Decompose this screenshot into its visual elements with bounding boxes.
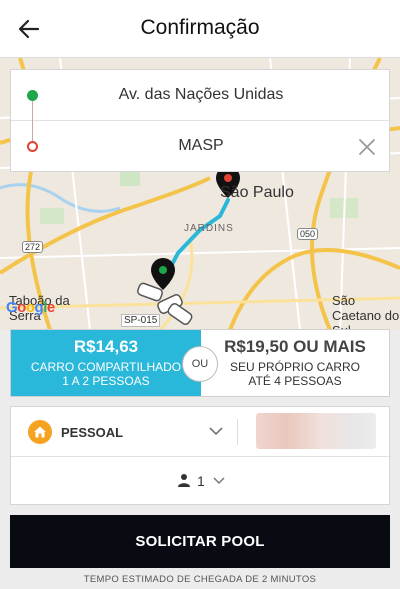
google-logo: Google xyxy=(6,299,55,316)
seat-selector[interactable]: 1 xyxy=(11,457,391,505)
road-shield: 272 xyxy=(22,241,44,253)
payment-row: PESSOAL xyxy=(11,407,391,457)
chevron-down-icon xyxy=(209,427,223,436)
destination-field[interactable]: MASP xyxy=(11,121,391,172)
map-label-district: JARDINS xyxy=(184,223,234,234)
map-label-east-town: São Caetano do Sul xyxy=(332,293,400,330)
payment-method-button[interactable] xyxy=(256,413,376,449)
top-bar: Confirmação xyxy=(0,0,400,58)
uberx-price: R$19,50 OU MAIS xyxy=(224,337,366,356)
destination-address: MASP xyxy=(178,137,224,154)
map-label-highway: SP-015 xyxy=(121,314,161,327)
pool-desc-line1: CARRO COMPARTILHADO xyxy=(30,360,182,374)
pool-option[interactable]: R$14,63 CARRO COMPARTILHADO 1 A 2 PESSOA… xyxy=(11,330,201,396)
route-connector xyxy=(32,101,33,141)
request-pool-button[interactable]: SOLICITAR POOL xyxy=(10,515,390,568)
profile-dropdown[interactable]: PESSOAL xyxy=(11,407,237,457)
pickup-field[interactable]: Av. das Nações Unidas xyxy=(11,70,391,121)
eta-text: TEMPO ESTIMADO DE CHEGADA DE 2 MINUTOS xyxy=(83,574,317,585)
destination-dot-icon xyxy=(27,141,38,152)
clear-destination-button[interactable] xyxy=(357,137,377,157)
chevron-down-icon xyxy=(213,477,225,485)
profile-label: PESSOAL xyxy=(61,425,124,440)
pool-price: R$14,63 xyxy=(73,337,139,356)
or-separator: OU xyxy=(182,346,218,382)
person-icon xyxy=(178,474,190,487)
pool-desc-line2: 1 A 2 PESSOAS xyxy=(62,374,150,388)
uberx-desc-line2: ATÉ 4 PESSOAS xyxy=(248,374,342,388)
route-card: Av. das Nações Unidas MASP xyxy=(10,69,391,172)
page-title: Confirmação xyxy=(140,16,260,39)
home-icon xyxy=(28,420,52,444)
uberx-desc-line1: SEU PRÓPRIO CARRO xyxy=(229,360,361,374)
map-label-city: São Paulo xyxy=(220,184,294,201)
uberx-option[interactable]: R$19,50 OU MAIS SEU PRÓPRIO CARRO ATÉ 4 … xyxy=(201,330,389,396)
seat-count: 1 xyxy=(197,473,205,489)
pickup-address: Av. das Nações Unidas xyxy=(118,86,284,103)
road-shield: 050 xyxy=(297,228,319,240)
close-icon xyxy=(359,139,375,155)
divider xyxy=(237,419,238,445)
pickup-dot-icon xyxy=(27,90,38,101)
payment-card: PESSOAL 1 xyxy=(10,406,391,505)
